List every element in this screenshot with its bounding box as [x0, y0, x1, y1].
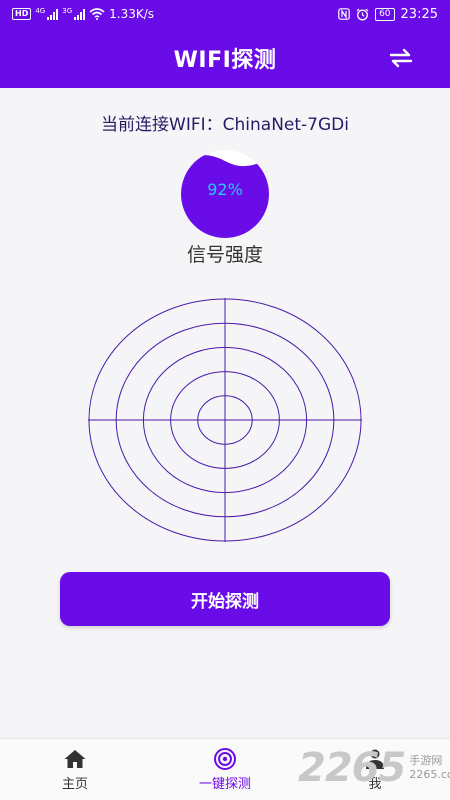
- nav-item-detect[interactable]: 一键探测: [150, 739, 300, 800]
- signal-gauge: 92%: [181, 150, 269, 238]
- sim1-network-label: 4G: [35, 7, 46, 15]
- status-bar: HD 4G 3G 1.33K/s 60 23:25: [0, 0, 450, 28]
- hd-badge: HD: [12, 8, 32, 20]
- site-watermark: 2265 手游网 2265.com: [298, 740, 450, 796]
- nav-label-home: 主页: [61, 776, 88, 792]
- network-speed: 1.33K/s: [109, 7, 155, 21]
- sim2-network-label: 3G: [62, 7, 73, 15]
- current-wifi-text: 当前连接WIFI：ChinaNet-7GDi: [101, 115, 349, 135]
- page-title: WIFI探测: [173, 48, 277, 73]
- home-icon: [64, 749, 86, 768]
- radar-icon: [214, 747, 236, 770]
- sim2-signal-icon: [74, 8, 86, 20]
- battery-icon: 60: [375, 7, 395, 21]
- sim1-signal-icon: [47, 8, 59, 20]
- radar-graphic: [88, 298, 362, 542]
- nav-label-detect: 一键探测: [198, 776, 251, 792]
- watermark-line2: 2265.com: [409, 768, 450, 781]
- app-bar: WIFI探测: [0, 28, 450, 88]
- nfc-icon: [338, 8, 350, 20]
- nav-item-home[interactable]: 主页: [0, 739, 150, 800]
- watermark-line1: 手游网: [409, 754, 443, 767]
- start-detect-button[interactable]: 开始探测: [60, 572, 390, 626]
- status-bar-left: HD 4G 3G 1.33K/s: [12, 7, 154, 21]
- gauge-percent: 92%: [207, 180, 243, 199]
- swap-arrows-icon[interactable]: [388, 46, 414, 70]
- watermark-text: 手游网 2265.com: [409, 754, 450, 782]
- watermark-number: 2265: [298, 745, 406, 791]
- wifi-status-icon: [89, 8, 105, 20]
- signal-strength-label: 信号强度: [186, 244, 263, 266]
- clock: 23:25: [400, 6, 438, 22]
- alarm-icon: [356, 8, 369, 20]
- status-bar-right: 60 23:25: [338, 7, 438, 22]
